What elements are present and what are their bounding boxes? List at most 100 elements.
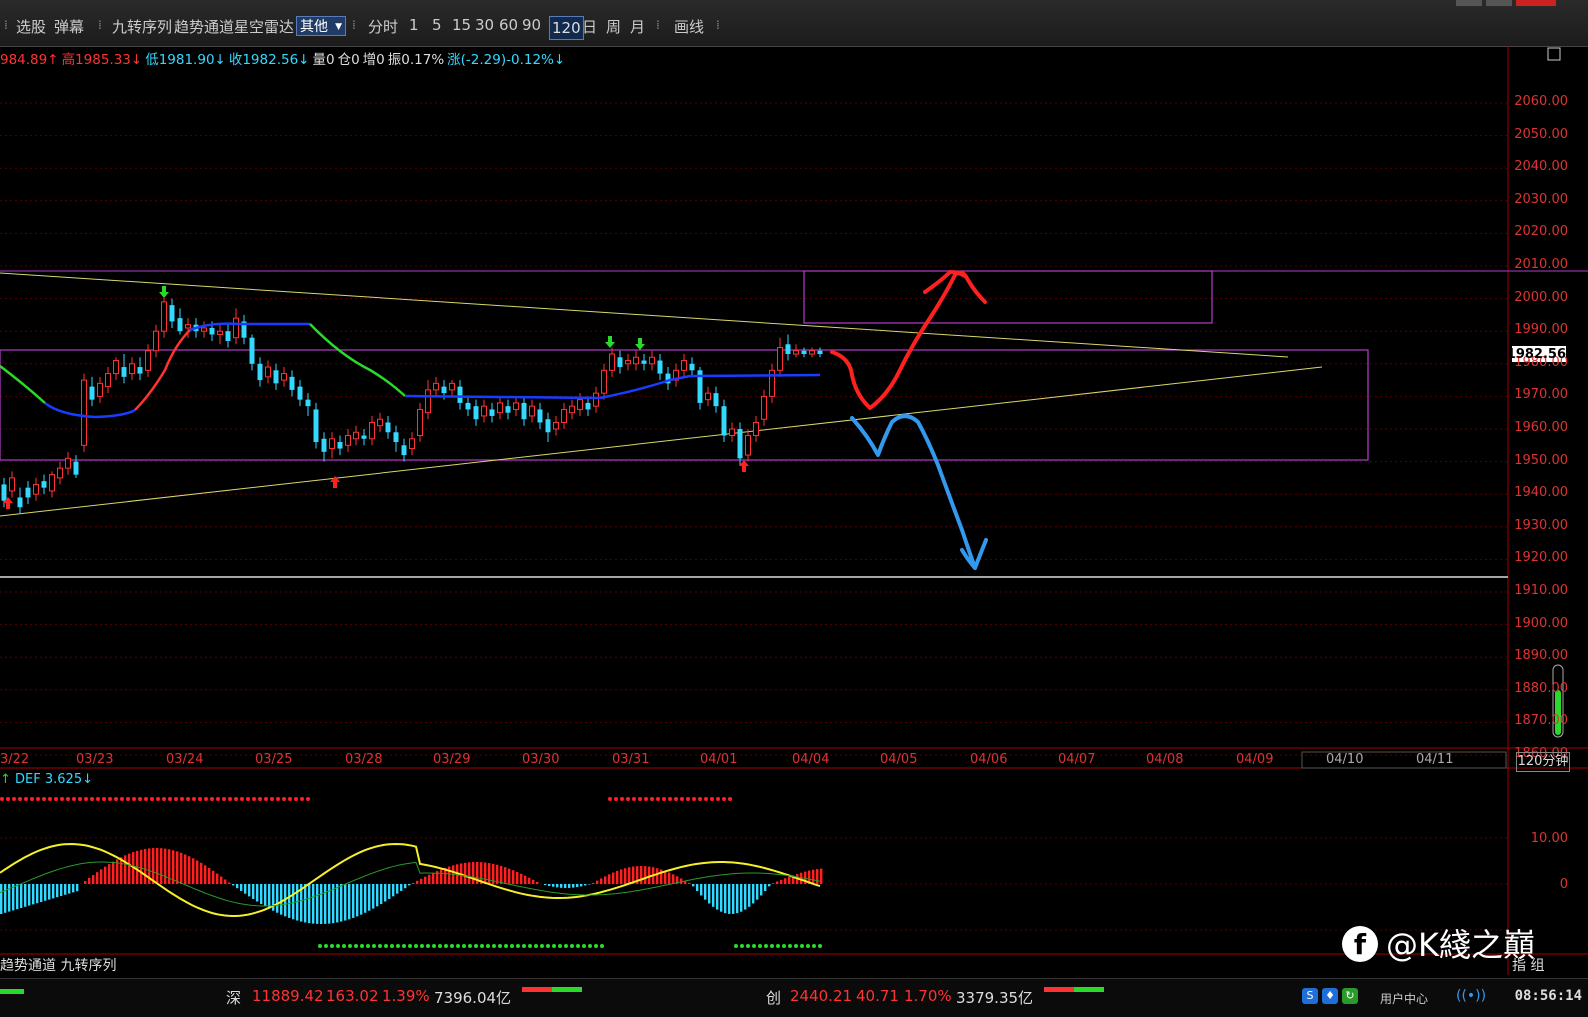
macd-bar	[724, 884, 727, 914]
cy-amount: 3379.35亿	[956, 989, 1034, 1007]
clock: 08:56:14	[1514, 988, 1582, 1004]
macd-bar	[96, 872, 99, 884]
signal-dot	[420, 944, 424, 948]
macd-bar	[720, 884, 723, 912]
chat-icon[interactable]: ♦	[1322, 988, 1338, 1004]
signal-arrows	[3, 286, 749, 509]
kline-chart[interactable]	[0, 0, 1588, 1016]
macd-bar	[156, 848, 159, 884]
signal-dot	[576, 944, 580, 948]
candle	[257, 357, 263, 387]
candle	[289, 370, 295, 397]
signal-icon: ((•))	[1456, 988, 1487, 1004]
signal-dot	[150, 797, 154, 801]
signal-dot	[698, 797, 702, 801]
refresh-icon[interactable]: ↻	[1342, 988, 1358, 1004]
candle	[489, 402, 495, 423]
price-tick-label: 1920.00	[1514, 550, 1568, 566]
macd-bar	[424, 876, 427, 884]
signal-dot	[770, 944, 774, 948]
signal-dot	[564, 944, 568, 948]
macd-bar	[52, 884, 55, 899]
candle	[113, 357, 119, 381]
macd-bar	[688, 882, 691, 884]
signal-dot	[366, 944, 370, 948]
signal-dot	[746, 944, 750, 948]
lower-trend-line	[0, 366, 1323, 517]
price-tick-label: 1990.00	[1514, 322, 1568, 338]
signal-dot	[258, 797, 262, 801]
candle	[433, 376, 439, 397]
mini-bar	[0, 989, 24, 994]
signal-dot	[306, 797, 310, 801]
macd-bar	[584, 884, 587, 886]
candle	[57, 461, 63, 485]
signal-dot	[486, 944, 490, 948]
macd-bar	[572, 884, 575, 888]
macd-bar	[420, 878, 423, 884]
macd-bar	[512, 870, 515, 884]
signal-dot	[426, 944, 430, 948]
macd-bar	[780, 879, 783, 884]
macd-bar	[208, 867, 211, 884]
expand-icon[interactable]	[1547, 47, 1561, 61]
signal-dot	[372, 944, 376, 948]
signal-dot	[408, 944, 412, 948]
candle	[545, 412, 551, 443]
macd-bar	[752, 884, 755, 904]
user-center-link[interactable]: 用户中心	[1380, 990, 1428, 1007]
macd-bar	[180, 852, 183, 884]
signal-dot	[66, 797, 70, 801]
price-tick-label: 2040.00	[1514, 159, 1568, 175]
macd-bar	[520, 873, 523, 884]
macd-bar	[124, 855, 127, 884]
candle	[729, 422, 735, 443]
candle	[393, 425, 399, 452]
candle	[785, 334, 791, 361]
candle	[625, 354, 631, 371]
signal-dot	[582, 944, 586, 948]
signal-dot	[644, 797, 648, 801]
price-tick-label: 2060.00	[1514, 94, 1568, 109]
s-icon[interactable]: S	[1302, 988, 1318, 1004]
signal-dot	[468, 944, 472, 948]
macd-bar	[596, 880, 599, 884]
macd-bar	[700, 884, 703, 896]
macd-bar	[176, 851, 179, 884]
macd-bar	[224, 879, 227, 884]
sz-label: 深	[226, 989, 242, 1007]
tab-trend-channel[interactable]: 趋势通道	[0, 958, 56, 974]
signal-dot	[216, 797, 220, 801]
macd-bar	[112, 861, 115, 884]
macd-bar	[368, 884, 371, 911]
cy-value: 2440.21	[790, 987, 853, 1005]
candle	[353, 425, 359, 446]
candle	[41, 474, 47, 495]
macd-bar	[380, 884, 383, 904]
ma-line-blue	[404, 373, 821, 400]
macd-bar	[548, 884, 551, 886]
candle	[769, 363, 775, 403]
candle	[745, 429, 751, 462]
signal-dot	[168, 797, 172, 801]
candle	[561, 402, 567, 429]
macd-bar	[356, 884, 359, 917]
cy-label: 创	[766, 989, 782, 1007]
current-price-label: 1982.56	[1506, 347, 1566, 362]
signal-dot	[132, 797, 136, 801]
macd-bar	[756, 884, 759, 900]
macd-bar	[24, 884, 27, 907]
macd-bar	[88, 877, 91, 884]
candle	[409, 432, 415, 456]
macd-bar	[60, 884, 63, 896]
signal-dot	[288, 797, 292, 801]
macd-bar	[712, 884, 715, 907]
macd-bar	[204, 865, 207, 884]
macd-bar	[740, 884, 743, 912]
signal-dot	[632, 797, 636, 801]
signal-dot	[390, 944, 394, 948]
tab-nine-turn[interactable]: 九转序列	[60, 958, 116, 974]
candle	[537, 402, 543, 429]
candle	[585, 396, 591, 416]
candle	[217, 324, 223, 345]
